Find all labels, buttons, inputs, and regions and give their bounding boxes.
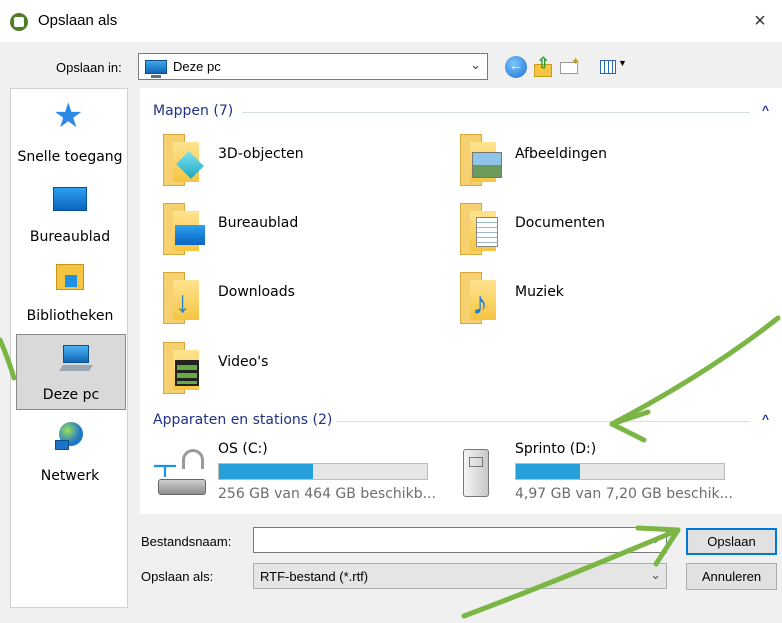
removable-drive-icon bbox=[451, 445, 511, 501]
nav-item-libraries[interactable]: Bibliotheken bbox=[11, 254, 129, 330]
folder-item[interactable]: Bureaublad bbox=[157, 201, 447, 261]
drive-usage-fill bbox=[219, 464, 313, 479]
save-button[interactable]: Opslaan bbox=[686, 528, 777, 555]
window-title: Opslaan als bbox=[38, 12, 118, 29]
nav-item-label: Netwerk bbox=[40, 468, 100, 484]
group-divider bbox=[337, 421, 750, 422]
folder-item[interactable]: 3D-objecten bbox=[157, 132, 447, 192]
nav-item-label: Bibliotheken bbox=[26, 308, 114, 324]
folder-name: Muziek bbox=[515, 284, 564, 300]
save-as-type-select[interactable]: RTF-bestand (*.rtf) ⌄ bbox=[253, 563, 667, 589]
app-icon bbox=[10, 13, 28, 31]
filename-input[interactable]: ⌄ bbox=[253, 527, 667, 553]
collapse-chevron-icon[interactable]: ^ bbox=[762, 412, 769, 426]
group-divider bbox=[242, 112, 750, 113]
folder-name: Video's bbox=[218, 354, 269, 370]
3d-objects-icon bbox=[157, 132, 205, 188]
libraries-icon bbox=[56, 264, 84, 290]
chevron-down-icon: ⌄ bbox=[470, 57, 481, 72]
back-icon[interactable] bbox=[505, 56, 527, 78]
network-icon bbox=[55, 422, 85, 452]
file-view[interactable]: Mappen (7) ^ 3D-objecten Afbeeldingen Bu… bbox=[140, 88, 782, 514]
folder-name: Documenten bbox=[515, 215, 606, 231]
new-folder-icon[interactable]: ✦ bbox=[558, 56, 580, 78]
nav-item-desktop[interactable]: Bureaublad bbox=[11, 175, 129, 251]
star-icon: ★ bbox=[53, 97, 84, 135]
drive-size: 256 GB van 464 GB beschikb... bbox=[218, 486, 436, 502]
folder-item[interactable]: Afbeeldingen bbox=[454, 132, 744, 192]
save-as-dialog: Opslaan als × Opslaan in: Deze pc ⌄ ⇧ ✦ … bbox=[0, 0, 782, 623]
videos-icon bbox=[157, 340, 205, 396]
drive-name: Sprinto (D:) bbox=[515, 441, 597, 457]
documents-icon bbox=[454, 201, 502, 257]
save-in-dropdown[interactable]: Deze pc ⌄ bbox=[138, 53, 488, 80]
drive-usage-bar bbox=[218, 463, 428, 480]
places-bar: ★ Snelle toegang Bureaublad Bibliotheken… bbox=[10, 88, 128, 608]
chevron-down-icon[interactable]: ⌄ bbox=[650, 531, 661, 547]
nav-item-quick-access[interactable]: ★ Snelle toegang bbox=[11, 95, 129, 171]
desktop-folder-icon bbox=[157, 201, 205, 257]
downloads-icon: ↓ bbox=[157, 270, 205, 326]
drive-size: 4,97 GB van 7,20 GB beschik... bbox=[515, 486, 733, 502]
collapse-chevron-icon[interactable]: ^ bbox=[762, 103, 769, 117]
chevron-down-icon: ⌄ bbox=[650, 567, 661, 582]
drive-item[interactable]: OS (C:) 256 GB van 464 GB beschikb... bbox=[154, 441, 454, 521]
save-in-value: Deze pc bbox=[173, 59, 221, 74]
view-menu-icon[interactable]: ▼ bbox=[598, 56, 630, 78]
close-button[interactable]: × bbox=[738, 0, 782, 42]
nav-item-label: Snelle toegang bbox=[17, 149, 123, 165]
save-as-type-value: RTF-bestand (*.rtf) bbox=[260, 569, 369, 584]
cancel-button[interactable]: Annuleren bbox=[686, 563, 777, 590]
folder-name: Downloads bbox=[218, 284, 295, 300]
folder-name: 3D-objecten bbox=[218, 146, 304, 162]
desktop-icon bbox=[53, 187, 87, 211]
filename-label: Bestandsnaam: bbox=[141, 534, 232, 549]
title-bar: Opslaan als × bbox=[0, 0, 782, 42]
folder-item[interactable]: ↓ Downloads bbox=[157, 270, 447, 330]
music-icon: ♪ bbox=[454, 270, 502, 326]
drive-name: OS (C:) bbox=[218, 441, 268, 457]
group-header-drives[interactable]: Apparaten en stations (2) bbox=[153, 412, 332, 428]
folder-item[interactable]: Documenten bbox=[454, 201, 744, 261]
up-folder-icon[interactable]: ⇧ bbox=[532, 55, 554, 78]
folder-item[interactable]: Video's bbox=[157, 340, 447, 400]
folder-item[interactable]: ♪ Muziek bbox=[454, 270, 744, 330]
save-in-label: Opslaan in: bbox=[56, 60, 122, 75]
folder-name: Bureaublad bbox=[218, 215, 299, 231]
this-pc-icon bbox=[59, 345, 93, 375]
drive-usage-fill bbox=[516, 464, 581, 479]
pictures-icon bbox=[454, 132, 502, 188]
nav-item-label: Deze pc bbox=[42, 387, 100, 403]
nav-item-network[interactable]: Netwerk bbox=[11, 414, 129, 490]
system-drive-icon bbox=[154, 445, 214, 501]
drive-usage-bar bbox=[515, 463, 725, 480]
nav-item-this-pc[interactable]: Deze pc bbox=[16, 334, 126, 410]
folder-name: Afbeeldingen bbox=[515, 146, 608, 162]
save-as-type-label: Opslaan als: bbox=[141, 569, 214, 584]
group-header-folders[interactable]: Mappen (7) bbox=[153, 103, 233, 119]
this-pc-icon bbox=[145, 60, 167, 78]
drive-item[interactable]: Sprinto (D:) 4,97 GB van 7,20 GB beschik… bbox=[451, 441, 751, 521]
nav-item-label: Bureaublad bbox=[29, 229, 111, 245]
